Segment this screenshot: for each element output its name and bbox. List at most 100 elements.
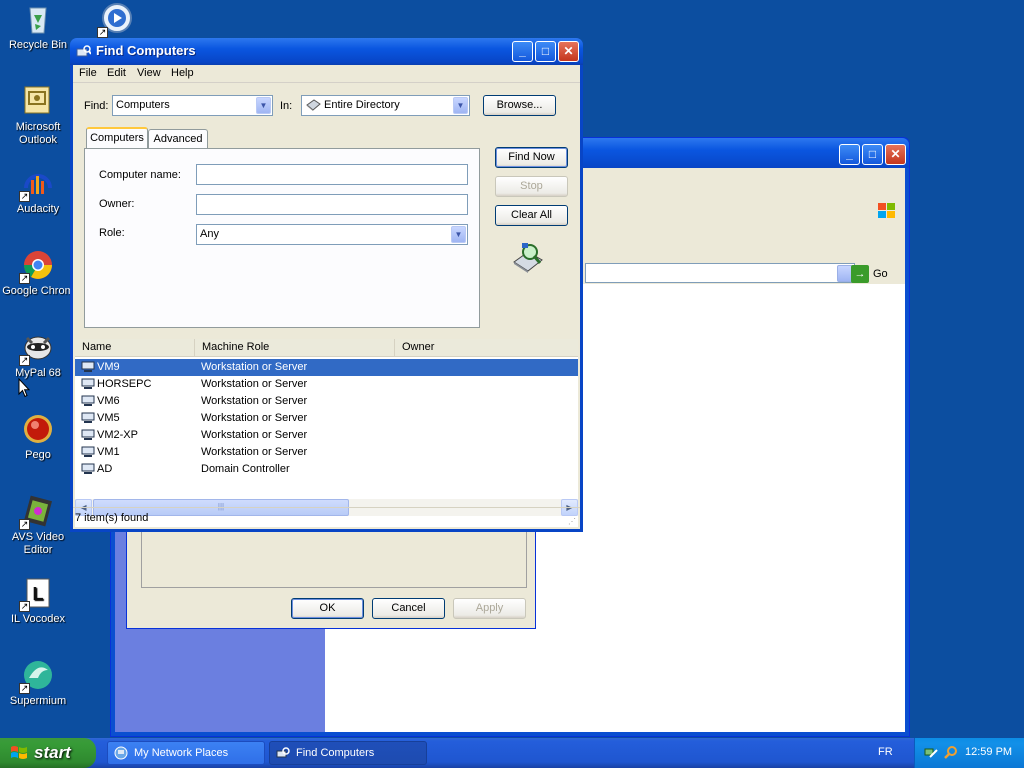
menu-view[interactable]: View: [137, 67, 161, 79]
shortcut-arrow-icon: ↗: [19, 519, 30, 530]
find-computers-icon: [76, 44, 92, 59]
close-button[interactable]: ✕: [885, 144, 906, 165]
menu-edit[interactable]: Edit: [107, 67, 126, 79]
computers-tab-panel: Computer name: Owner: Role: Any ▼: [84, 148, 480, 328]
resize-grip-icon[interactable]: ⋰: [568, 517, 578, 527]
chevron-down-icon[interactable]: ▼: [256, 97, 271, 114]
taskbar-button-my-network-places[interactable]: My Network Places: [107, 741, 265, 765]
minimize-button[interactable]: _: [839, 144, 860, 165]
clock[interactable]: 12:59 PM: [965, 746, 1012, 758]
menu-help[interactable]: Help: [171, 67, 194, 79]
computer-icon: [81, 429, 95, 440]
mypal-icon: ↗: [19, 330, 55, 366]
computer-icon: [81, 395, 95, 406]
results-list[interactable]: Name Machine Role Owner VM9 Workstation …: [75, 339, 578, 527]
role-value: Any: [200, 228, 219, 240]
apply-button: Apply: [453, 598, 526, 619]
table-row[interactable]: VM2-XP Workstation or Server: [75, 427, 578, 444]
ok-button[interactable]: OK: [291, 598, 364, 619]
table-row[interactable]: HORSEPC Workstation or Server: [75, 376, 578, 393]
table-row[interactable]: VM1 Workstation or Server: [75, 444, 578, 461]
desktop-icon-supermium[interactable]: ↗ Supermium: [0, 658, 76, 708]
desktop-icon-audacity[interactable]: ↗ Audacity: [0, 166, 76, 216]
computer-icon: [81, 378, 95, 389]
owner-label: Owner:: [99, 198, 135, 210]
menu-bar: File Edit View Help: [73, 65, 580, 83]
system-tray: 12:59 PM: [914, 738, 1024, 768]
desktop-icon-avs-video-editor[interactable]: ↗ AVS Video Editor: [0, 494, 76, 557]
role-select[interactable]: Any ▼: [196, 224, 468, 245]
computer-name-input[interactable]: [196, 164, 468, 185]
desktop-icon-chrome[interactable]: ↗ Google Chrom: [0, 248, 76, 298]
maximize-button[interactable]: □: [535, 41, 556, 62]
column-header-name[interactable]: Name: [75, 339, 195, 357]
go-label: Go: [873, 268, 888, 280]
maximize-button[interactable]: □: [862, 144, 883, 165]
search-animation-icon: [510, 240, 546, 276]
mouse-cursor-icon: [18, 378, 30, 398]
network-tray-icon[interactable]: [924, 745, 939, 760]
address-bar[interactable]: [585, 263, 855, 283]
minimize-button[interactable]: _: [512, 41, 533, 62]
go-button[interactable]: → Go: [851, 264, 895, 284]
shortcut-arrow-icon: ↗: [97, 27, 108, 38]
find-computers-window[interactable]: Find Computers _ □ ✕ File Edit View Help…: [70, 38, 583, 532]
audacity-icon: ↗: [19, 166, 55, 202]
supermium-icon: ↗: [19, 658, 55, 694]
chevron-down-icon[interactable]: ▼: [453, 97, 468, 114]
table-row[interactable]: VM9 Workstation or Server: [75, 359, 578, 376]
find-now-button[interactable]: Find Now: [495, 147, 568, 168]
cancel-button[interactable]: Cancel: [372, 598, 445, 619]
find-type-select[interactable]: Computers ▼: [112, 95, 273, 116]
row-name: VM6: [97, 395, 120, 407]
start-button[interactable]: start: [0, 738, 96, 768]
row-role: Workstation or Server: [201, 378, 308, 390]
outlook-icon: [21, 84, 55, 118]
row-name: VM9: [97, 361, 120, 373]
desktop-icon-label: AVS Video Editor: [11, 531, 65, 556]
row-name: VM2-XP: [97, 429, 138, 441]
role-label: Role:: [99, 227, 125, 239]
avs-video-editor-icon: ↗: [19, 494, 55, 530]
shortcut-arrow-icon: ↗: [19, 601, 30, 612]
desktop-icon-recycle-bin[interactable]: Recycle Bin: [0, 2, 76, 52]
desktop-icon-label: Recycle Bin: [8, 39, 68, 51]
desktop-icon-vocodex[interactable]: L ↗ IL Vocodex: [0, 576, 76, 626]
domain-controller-icon: [81, 463, 95, 474]
desktop-icon-mypal[interactable]: ↗ MyPal 68: [0, 330, 76, 380]
column-header-machine-role[interactable]: Machine Role: [195, 339, 395, 357]
media-player-icon: ↗: [97, 2, 133, 38]
row-role: Domain Controller: [201, 463, 290, 475]
menu-file[interactable]: File: [79, 67, 97, 79]
in-label: In:: [280, 100, 293, 112]
computer-name-label: Computer name:: [99, 169, 181, 181]
tab-advanced[interactable]: Advanced: [148, 129, 208, 149]
desktop-icon-media-player[interactable]: ↗: [78, 2, 154, 39]
table-row[interactable]: VM6 Workstation or Server: [75, 393, 578, 410]
search-scope-select[interactable]: Entire Directory ▼: [301, 95, 470, 116]
chevron-down-icon[interactable]: ▼: [451, 226, 466, 243]
row-name: VM5: [97, 412, 120, 424]
owner-input[interactable]: [196, 194, 468, 215]
row-name: HORSEPC: [97, 378, 152, 390]
find-window-titlebar[interactable]: Find Computers _ □ ✕: [70, 38, 583, 65]
directory-icon: [306, 99, 321, 111]
find-label: Find:: [84, 100, 109, 112]
desktop-icon-outlook[interactable]: Microsoft Outlook: [0, 84, 76, 147]
browse-button[interactable]: Browse...: [483, 95, 556, 116]
column-header-owner[interactable]: Owner: [395, 339, 578, 357]
table-row[interactable]: AD Domain Controller: [75, 461, 578, 478]
search-tray-icon[interactable]: [943, 745, 958, 760]
chrome-icon: ↗: [19, 248, 55, 284]
close-button[interactable]: ✕: [558, 41, 579, 62]
language-indicator[interactable]: FR: [878, 746, 893, 758]
tab-computers[interactable]: Computers: [86, 127, 148, 148]
desktop-icon-label: Pego: [25, 449, 51, 461]
desktop-icon-pego[interactable]: Pego: [0, 412, 76, 462]
table-row[interactable]: VM5 Workstation or Server: [75, 410, 578, 427]
row-role: Workstation or Server: [201, 446, 308, 458]
taskbar-button-find-computers[interactable]: Find Computers: [269, 741, 427, 765]
clear-all-button[interactable]: Clear All: [495, 205, 568, 226]
status-text: 7 item(s) found: [75, 512, 149, 524]
find-computers-icon: [276, 747, 290, 758]
